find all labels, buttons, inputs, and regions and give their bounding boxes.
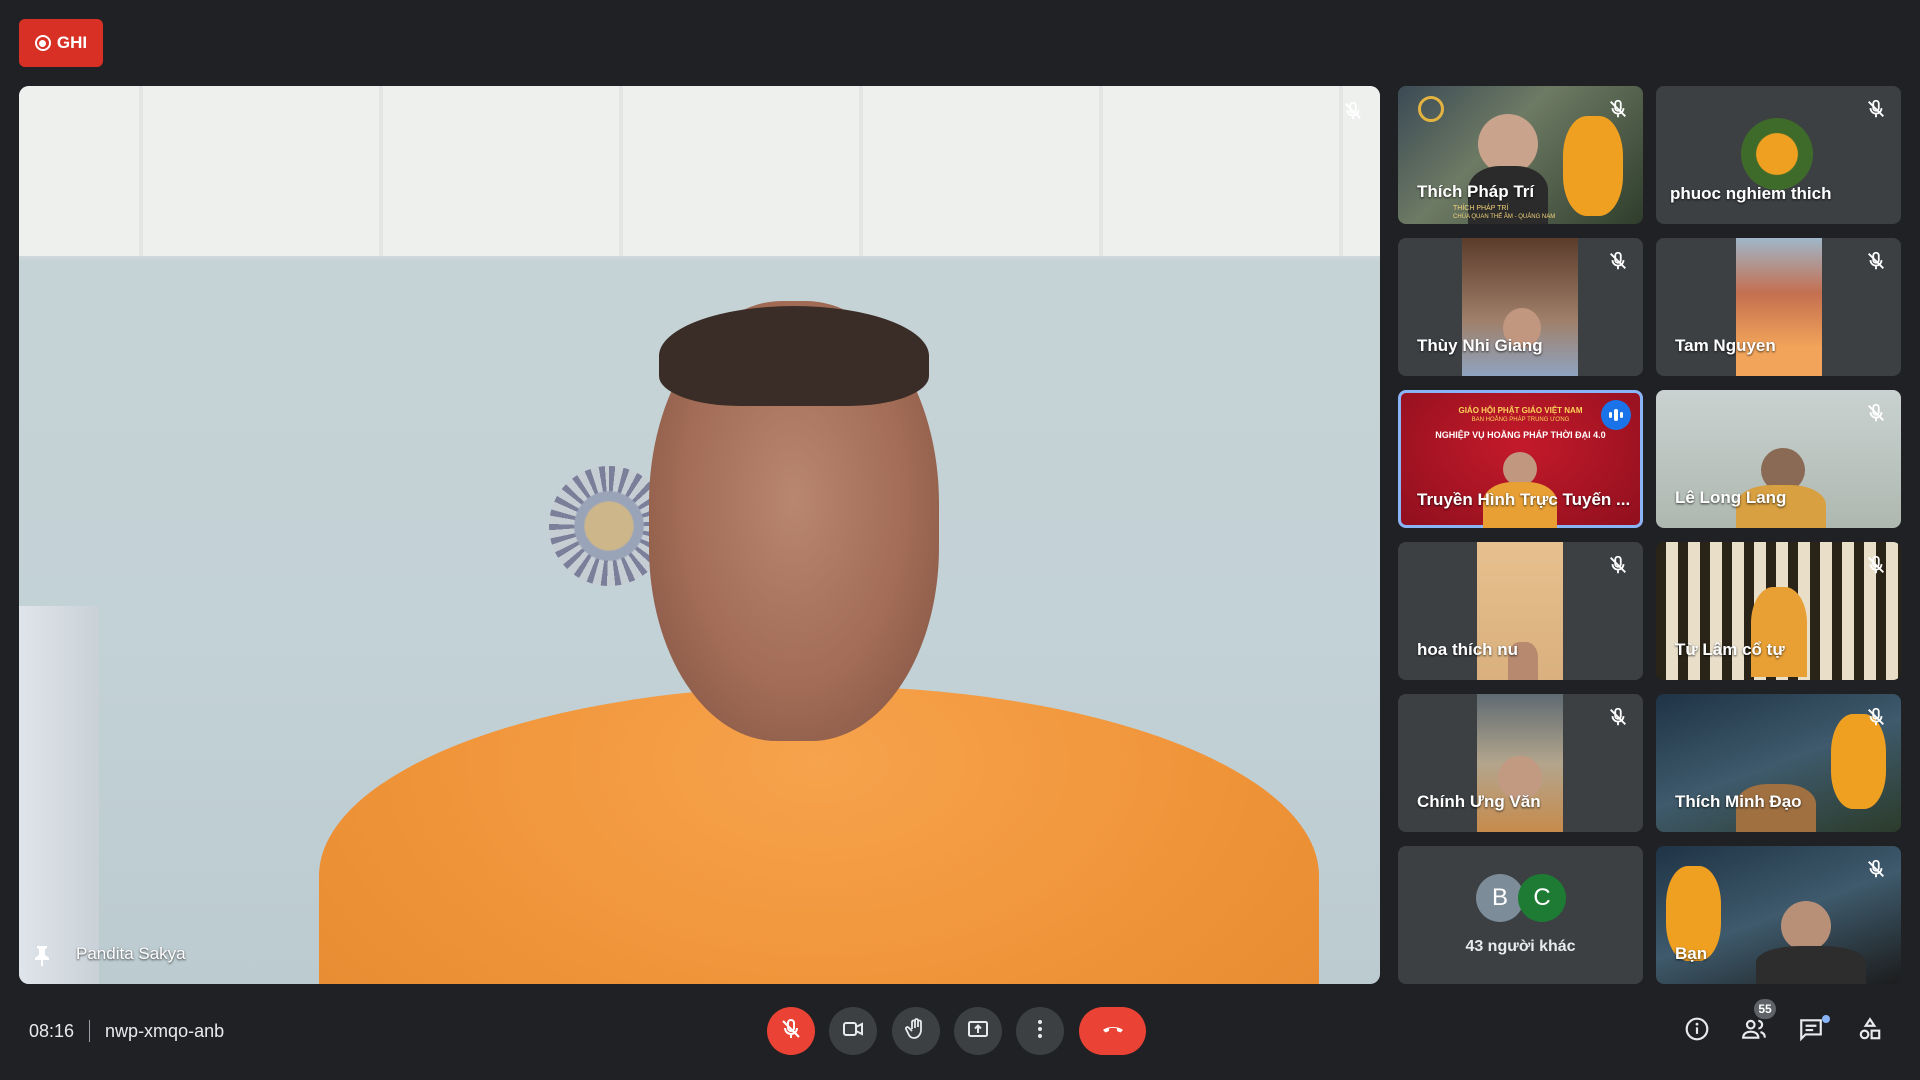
record-icon (34, 35, 51, 51)
leave-call-button[interactable] (1079, 1007, 1146, 1055)
dharma-wheel-icon (1418, 96, 1444, 122)
avatar: C (1518, 874, 1566, 922)
speaking-indicator-icon (1601, 400, 1631, 430)
avatar: B (1476, 874, 1524, 922)
activities-button[interactable] (1854, 1015, 1886, 1047)
participant-name: phuoc nghiem thich (1670, 184, 1832, 203)
participant-caption: CHÙA QUAN THẾ ÂM - QUẢNG NAM (1453, 214, 1556, 220)
participant-name: Thích Minh Đạo (1675, 792, 1802, 811)
main-video-tile[interactable]: Pandita Sakya (19, 86, 1380, 984)
participant-tile[interactable]: Thích Pháp Trí THÍCH PHÁP TRÍ CHÙA QUAN … (1398, 86, 1643, 224)
mic-off-icon (1607, 98, 1629, 120)
camera-icon (841, 1017, 865, 1046)
banner-text: NGHIỆP VỤ HOẰNG PHÁP THỜI ĐẠI 4.0 (1435, 430, 1606, 440)
others-count-label: 43 người khác (1465, 938, 1576, 955)
meeting-details: 08:16 nwp-xmqo-anb (29, 1020, 224, 1042)
recording-badge[interactable]: GHI (19, 19, 103, 67)
activities-icon (1857, 1016, 1883, 1047)
participant-name: Thích Pháp Trí (1417, 182, 1535, 201)
meeting-info-button[interactable] (1681, 1015, 1713, 1047)
participant-tile[interactable]: Lê Long Lang (1656, 390, 1901, 528)
mic-off-icon (1865, 98, 1887, 120)
mic-off-icon (1865, 402, 1887, 424)
participant-name: Thùy Nhi Giang (1417, 336, 1543, 355)
mic-toggle-button[interactable] (767, 1007, 815, 1055)
participant-tile-speaking[interactable]: GIÁO HỘI PHẬT GIÁO VIỆT NAM BAN HOẰNG PH… (1398, 390, 1643, 528)
participant-name: Bạn (1675, 944, 1708, 963)
mic-off-icon (1607, 554, 1629, 576)
meeting-code[interactable]: nwp-xmqo-anb (105, 1021, 224, 1042)
pin-icon[interactable] (33, 944, 51, 966)
mic-off-icon (1865, 706, 1887, 728)
present-icon (966, 1017, 990, 1046)
camera-toggle-button[interactable] (829, 1007, 877, 1055)
people-icon (1741, 1016, 1767, 1047)
participant-tile[interactable]: Từ Lâm cổ tự (1656, 542, 1901, 680)
more-options-button[interactable] (1016, 1007, 1064, 1055)
present-screen-button[interactable] (954, 1007, 1002, 1055)
chat-icon (1798, 1016, 1824, 1047)
participant-name: Tam Nguyen (1675, 336, 1776, 355)
mic-off-icon (1865, 250, 1887, 272)
mic-off-icon (1865, 554, 1887, 576)
participant-caption: THÍCH PHÁP TRÍ (1453, 205, 1509, 212)
participant-name: Lê Long Lang (1675, 488, 1787, 507)
meeting-time: 08:16 (29, 1020, 75, 1041)
info-icon (1684, 1016, 1710, 1047)
participant-count-badge: 55 (1754, 999, 1776, 1019)
raise-hand-icon (904, 1017, 928, 1046)
participant-tile[interactable]: Chính Ưng Văn (1398, 694, 1643, 832)
mic-off-icon (1607, 250, 1629, 272)
self-tile[interactable]: Bạn (1656, 846, 1901, 984)
participant-name: Chính Ưng Văn (1417, 792, 1541, 811)
main-participant-name: Pandita Sakya (76, 944, 186, 963)
participant-name: Từ Lâm cổ tự (1675, 640, 1785, 659)
recording-label: GHI (56, 33, 88, 52)
participant-tile[interactable]: Thùy Nhi Giang (1398, 238, 1643, 376)
participant-tile[interactable]: Thích Minh Đạo (1656, 694, 1901, 832)
people-button[interactable] (1738, 1015, 1770, 1047)
mic-off-icon (1607, 706, 1629, 728)
participant-name: Truyền Hình Trực Tuyến ... (1417, 490, 1631, 509)
others-tile[interactable]: B C 43 người khác (1398, 846, 1643, 984)
participant-tile[interactable]: Tam Nguyen (1656, 238, 1901, 376)
raise-hand-button[interactable] (892, 1007, 940, 1055)
avatar (1741, 118, 1813, 190)
more-icon (1028, 1017, 1052, 1046)
mic-off-icon (779, 1017, 803, 1046)
participant-tile[interactable]: hoa thích nu (1398, 542, 1643, 680)
mic-off-icon (1342, 100, 1364, 122)
end-call-icon (1101, 1017, 1125, 1046)
participant-name: hoa thích nu (1417, 640, 1519, 659)
participant-tile[interactable]: phuoc nghiem thich (1656, 86, 1901, 224)
chat-notification-dot (1822, 1015, 1830, 1023)
mic-off-icon (1865, 858, 1887, 880)
